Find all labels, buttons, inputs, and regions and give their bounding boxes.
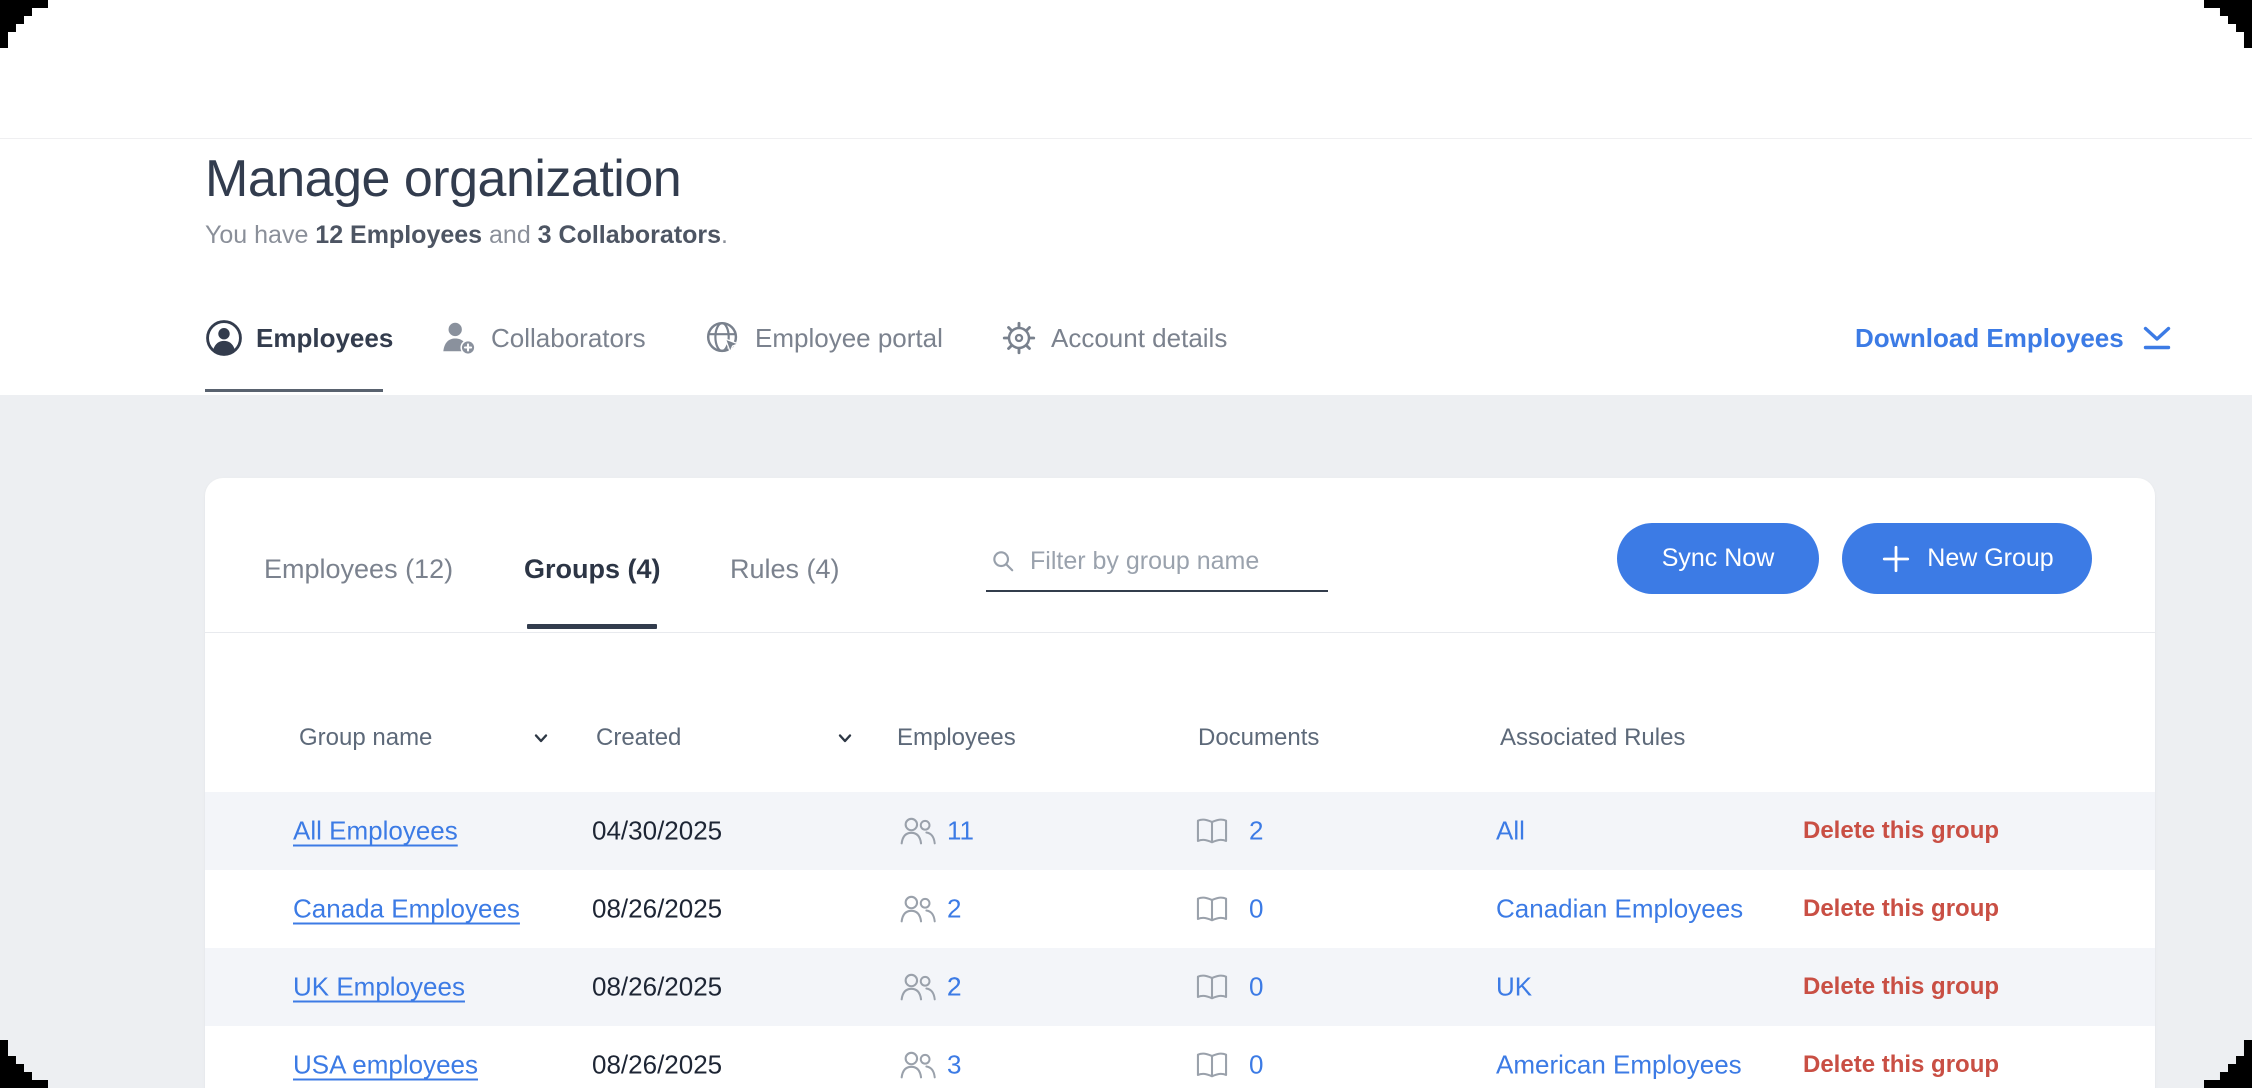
card-tab-employees[interactable]: Employees (12) [264, 554, 453, 585]
employees-header-label: Employees [897, 724, 1016, 752]
new-group-button[interactable]: New Group [1842, 523, 2092, 594]
users-icon [899, 816, 937, 847]
column-header-created[interactable]: Created [596, 724, 681, 752]
created-sort-chevron-icon[interactable] [835, 728, 855, 748]
employee-count-link[interactable]: 11 [947, 816, 974, 847]
column-header-documents: Documents [1198, 724, 1319, 752]
created-date: 04/30/2025 [592, 816, 722, 847]
subtitle-and: and [482, 221, 538, 249]
book-icon [1195, 894, 1229, 924]
column-header-group-name[interactable]: Group name [299, 724, 432, 752]
tab-collaborators-label: Collaborators [491, 323, 646, 354]
document-count-link[interactable]: 0 [1249, 1050, 1263, 1081]
table-row: USA employees 08/26/2025 3 [205, 1026, 2155, 1088]
document-count-link[interactable]: 0 [1249, 894, 1263, 925]
groups-table-body: All Employees 04/30/2025 11 [205, 792, 2155, 1088]
delete-group-button[interactable]: Delete this group [1803, 817, 1999, 845]
associated-rules-header-label: Associated Rules [1500, 724, 1685, 752]
created-date: 08/26/2025 [592, 894, 722, 925]
manage-organization-screen: Manage organization You have 12 Employee… [0, 0, 2252, 1088]
employees-tab-icon [205, 319, 243, 357]
documents-header-label: Documents [1198, 724, 1319, 752]
active-tab-underline [205, 389, 383, 392]
associated-rule-link[interactable]: Canadian Employees [1496, 894, 1743, 925]
tab-employees-label: Employees [256, 323, 393, 354]
collaborators-count: 3 Collaborators [538, 221, 721, 249]
users-icon [899, 1050, 937, 1081]
delete-group-button[interactable]: Delete this group [1803, 973, 1999, 1001]
new-group-label: New Group [1927, 544, 2053, 573]
delete-group-button[interactable]: Delete this group [1803, 1051, 1999, 1079]
tab-account-details[interactable]: Account details [1000, 311, 1227, 365]
book-icon [1195, 1050, 1229, 1080]
card-tab-rules[interactable]: Rules (4) [730, 554, 840, 585]
employees-count: 12 Employees [315, 221, 482, 249]
document-count-link[interactable]: 2 [1249, 816, 1263, 847]
page-subtitle: You have 12 Employees and 3 Collaborator… [205, 221, 728, 250]
collaborators-icon [440, 319, 478, 357]
group-name-link[interactable]: UK Employees [293, 972, 465, 1003]
tab-employees[interactable]: Employees [205, 311, 393, 365]
employee-count-link[interactable]: 2 [947, 894, 961, 925]
card-tab-groups[interactable]: Groups (4) [524, 554, 661, 585]
groups-table-header: Group name Created Employees Documents [205, 632, 2155, 792]
employee-count-link[interactable]: 3 [947, 1050, 961, 1081]
created-date: 08/26/2025 [592, 1050, 722, 1081]
gear-icon [1000, 319, 1038, 357]
column-header-associated-rules: Associated Rules [1500, 724, 1685, 752]
groups-card: Employees (12) Groups (4) Rules (4) Sync… [205, 478, 2155, 1088]
subtitle-prefix: You have [205, 221, 315, 249]
download-employees-label: Download Employees [1855, 323, 2124, 354]
page-title: Manage organization [205, 149, 681, 209]
table-row: UK Employees 08/26/2025 2 [205, 948, 2155, 1026]
users-icon [899, 894, 937, 925]
content-area: Employees (12) Groups (4) Rules (4) Sync… [0, 395, 2252, 1088]
associated-rule-link[interactable]: UK [1496, 972, 1532, 1003]
search-icon [990, 548, 1016, 574]
group-name-link[interactable]: All Employees [293, 816, 458, 847]
plus-icon [1880, 543, 1912, 575]
tab-account-details-label: Account details [1051, 323, 1227, 354]
table-row: All Employees 04/30/2025 11 [205, 792, 2155, 870]
group-name-link[interactable]: USA employees [293, 1050, 478, 1081]
group-name-link[interactable]: Canada Employees [293, 894, 520, 925]
sync-now-label: Sync Now [1662, 544, 1775, 573]
tab-employee-portal-label: Employee portal [755, 323, 943, 354]
book-icon [1195, 972, 1229, 1002]
column-header-employees: Employees [897, 724, 1016, 752]
top-window-strip [0, 0, 2252, 139]
subtitle-period: . [721, 221, 728, 249]
document-count-link[interactable]: 0 [1249, 972, 1263, 1003]
download-icon [2140, 323, 2174, 353]
page-header: Manage organization You have 12 Employee… [0, 139, 2252, 395]
users-icon [899, 972, 937, 1003]
globe-cursor-icon [704, 319, 742, 357]
tab-employee-portal[interactable]: Employee portal [704, 311, 943, 365]
associated-rule-link[interactable]: American Employees [1496, 1050, 1742, 1081]
card-active-tab-underline [527, 624, 657, 629]
book-icon [1195, 816, 1229, 846]
created-date: 08/26/2025 [592, 972, 722, 1003]
employee-count-link[interactable]: 2 [947, 972, 961, 1003]
tab-collaborators[interactable]: Collaborators [440, 311, 646, 365]
sync-now-button[interactable]: Sync Now [1617, 523, 1819, 594]
filter-by-group-name-input[interactable] [1030, 547, 1324, 576]
delete-group-button[interactable]: Delete this group [1803, 895, 1999, 923]
group-filter [986, 538, 1328, 592]
created-header-label: Created [596, 724, 681, 752]
group-name-sort-chevron-icon[interactable] [531, 728, 551, 748]
download-employees-button[interactable]: Download Employees [1855, 311, 2174, 365]
group-name-header-label: Group name [299, 724, 432, 752]
table-row: Canada Employees 08/26/2025 2 [205, 870, 2155, 948]
associated-rule-link[interactable]: All [1496, 816, 1525, 847]
